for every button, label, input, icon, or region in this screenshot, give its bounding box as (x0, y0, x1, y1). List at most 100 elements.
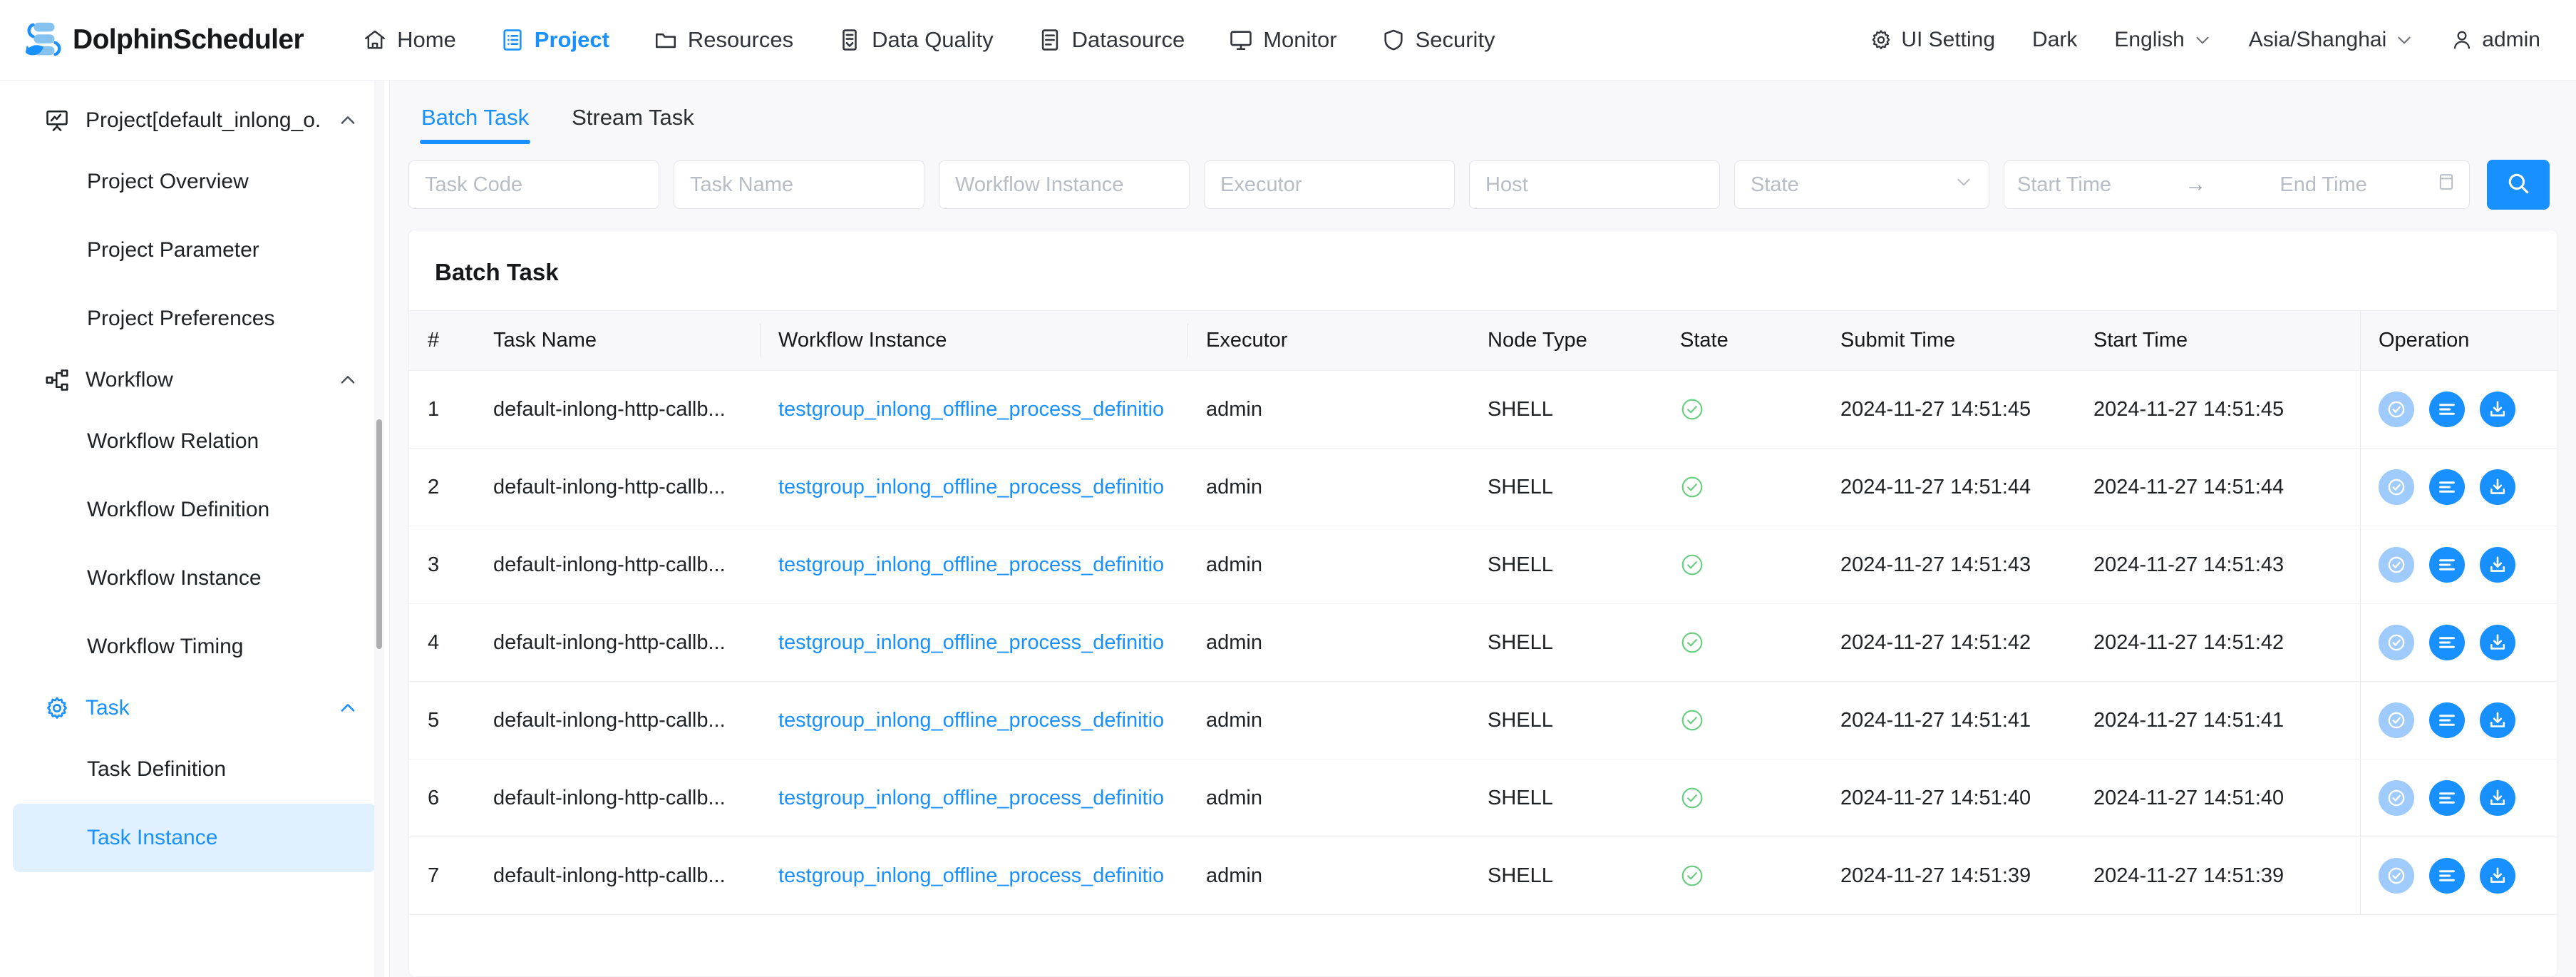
nav-item-project[interactable]: Project (478, 27, 632, 53)
dolphinscheduler-logo-icon (21, 18, 66, 62)
gear-icon (44, 695, 70, 721)
timezone-label: Asia/Shanghai (2249, 28, 2386, 52)
view-log-button[interactable] (2429, 858, 2465, 894)
workflow-instance-link[interactable]: testgroup_inlong_offline_process_definit… (778, 709, 1164, 732)
sidebar-group-workflow[interactable]: Workflow (0, 353, 389, 407)
table-row[interactable]: 3 default-inlong-http-callb... testgroup… (409, 526, 2557, 604)
workflow-instance-link[interactable]: testgroup_inlong_offline_process_definit… (778, 476, 1164, 498)
table-row[interactable]: 4 default-inlong-http-callb... testgroup… (409, 604, 2557, 682)
cell-submit-time: 2024-11-27 14:51:41 (1822, 682, 2075, 759)
workflow-instance-link[interactable]: testgroup_inlong_offline_process_definit… (778, 631, 1164, 654)
home-icon (363, 28, 387, 52)
ui-setting-label: UI Setting (1901, 28, 1995, 52)
table-row[interactable]: 2 default-inlong-http-callb... testgroup… (409, 449, 2557, 526)
workflow-instance-link[interactable]: testgroup_inlong_offline_process_definit… (778, 787, 1164, 809)
host-input[interactable]: Host (1469, 160, 1720, 209)
chevron-up-icon (338, 370, 358, 390)
download-log-button[interactable] (2480, 625, 2515, 660)
cell-executor: admin (1187, 371, 1469, 449)
workflow-instance-link[interactable]: testgroup_inlong_offline_process_definit… (778, 553, 1164, 576)
executor-input[interactable]: Executor (1204, 160, 1455, 209)
chevron-up-icon (338, 698, 358, 718)
cell-workflow-instance: testgroup_inlong_offline_process_definit… (760, 526, 1187, 604)
cell-state (1661, 682, 1822, 759)
gear-icon (1870, 29, 1892, 51)
brand[interactable]: DolphinScheduler (21, 18, 304, 62)
table-row[interactable]: 7 default-inlong-http-callb... testgroup… (409, 837, 2557, 915)
search-button[interactable] (2487, 160, 2550, 210)
tab-stream-task[interactable]: Stream Task (550, 105, 716, 144)
sidebar-group-task[interactable]: Task (0, 681, 389, 735)
column-header-node-type: Node Type (1469, 311, 1661, 371)
nav-item-security[interactable]: Security (1359, 27, 1518, 53)
sidebar-group-label-project: Project[default_inlong_o... (86, 108, 322, 133)
download-log-button[interactable] (2480, 392, 2515, 427)
download-log-button[interactable] (2480, 858, 2515, 894)
sidebar-group-project[interactable]: Project[default_inlong_o... (0, 93, 389, 148)
app-body: Project[default_inlong_o... Project Over… (0, 81, 2576, 977)
nav-item-home[interactable]: Home (341, 27, 478, 53)
sidebar-item-project-preferences[interactable]: Project Preferences (13, 285, 376, 353)
download-log-button[interactable] (2480, 469, 2515, 505)
task-name-input[interactable]: Task Name (674, 160, 924, 209)
sidebar-item-task-instance[interactable]: Task Instance (13, 804, 376, 872)
table-row[interactable]: 6 default-inlong-http-callb... testgroup… (409, 759, 2557, 837)
chevron-up-icon (338, 111, 358, 131)
table-row[interactable]: 5 default-inlong-http-callb... testgroup… (409, 682, 2557, 759)
view-log-button[interactable] (2429, 702, 2465, 738)
cell-operation (2360, 526, 2557, 604)
nav-item-resources[interactable]: Resources (632, 27, 815, 53)
batch-task-card: Batch Task # Task Name Workflow Instance… (408, 230, 2557, 977)
view-log-button[interactable] (2429, 469, 2465, 505)
cell-state (1661, 371, 1822, 449)
sidebar-item-task-definition[interactable]: Task Definition (13, 735, 376, 804)
view-log-button[interactable] (2429, 392, 2465, 427)
view-log-button[interactable] (2429, 780, 2465, 816)
cell-node-type: SHELL (1469, 759, 1661, 837)
view-log-button[interactable] (2429, 625, 2465, 660)
download-log-button[interactable] (2480, 780, 2515, 816)
table-row[interactable]: 1 default-inlong-http-callb... testgroup… (409, 371, 2557, 449)
sidebar-item-workflow-relation[interactable]: Workflow Relation (13, 407, 376, 476)
chevron-down-icon (2395, 31, 2413, 49)
sidebar-group-label-task: Task (86, 696, 130, 720)
task-code-input[interactable]: Task Code (408, 160, 659, 209)
task-name-placeholder: Task Name (690, 173, 793, 197)
nav-label-datasource: Datasource (1072, 27, 1185, 53)
language-select[interactable]: English (2096, 28, 2230, 52)
sidebar-item-label: Project Overview (87, 170, 249, 194)
nav-label-resources: Resources (688, 27, 793, 53)
column-header-workflow-instance: Workflow Instance (760, 311, 1187, 371)
workflow-instance-link[interactable]: testgroup_inlong_offline_process_definit… (778, 398, 1164, 421)
datasource-icon (1038, 28, 1062, 52)
cell-node-type: SHELL (1469, 682, 1661, 759)
date-range-picker[interactable]: Start Time → End Time (2004, 160, 2470, 209)
ui-setting-button[interactable]: UI Setting (1851, 28, 2014, 52)
sidebar-item-workflow-instance[interactable]: Workflow Instance (13, 544, 376, 613)
cell-index: 6 (409, 759, 475, 837)
sidebar-item-project-overview[interactable]: Project Overview (13, 148, 376, 216)
workflow-nodes-icon (44, 367, 70, 393)
header-right-tools: UI Setting Dark English Asia/Shanghai (1851, 0, 2559, 80)
timezone-select[interactable]: Asia/Shanghai (2230, 28, 2432, 52)
main-content: Batch Task Stream Task Task Code Task Na… (390, 81, 2576, 977)
sidebar-item-workflow-timing[interactable]: Workflow Timing (13, 613, 376, 681)
nav-item-datasource[interactable]: Datasource (1016, 27, 1207, 53)
user-menu[interactable]: admin (2432, 28, 2559, 52)
theme-toggle[interactable]: Dark (2014, 28, 2096, 52)
sidebar-scrollbar-thumb[interactable] (376, 419, 382, 649)
download-log-button[interactable] (2480, 702, 2515, 738)
sidebar: Project[default_inlong_o... Project Over… (0, 81, 390, 977)
workflow-instance-link[interactable]: testgroup_inlong_offline_process_definit… (778, 864, 1164, 887)
main-navigation: Home Project Resources (341, 27, 1517, 53)
sidebar-item-project-parameter[interactable]: Project Parameter (13, 216, 376, 285)
sidebar-item-workflow-definition[interactable]: Workflow Definition (13, 476, 376, 544)
nav-item-monitor[interactable]: Monitor (1207, 27, 1359, 53)
state-select[interactable]: State (1734, 160, 1989, 209)
tab-batch-task[interactable]: Batch Task (400, 105, 550, 144)
download-log-button[interactable] (2480, 547, 2515, 583)
nav-item-data-quality[interactable]: Data Quality (815, 27, 1016, 53)
workflow-instance-input[interactable]: Workflow Instance (939, 160, 1190, 209)
cell-submit-time: 2024-11-27 14:51:45 (1822, 371, 2075, 449)
view-log-button[interactable] (2429, 547, 2465, 583)
